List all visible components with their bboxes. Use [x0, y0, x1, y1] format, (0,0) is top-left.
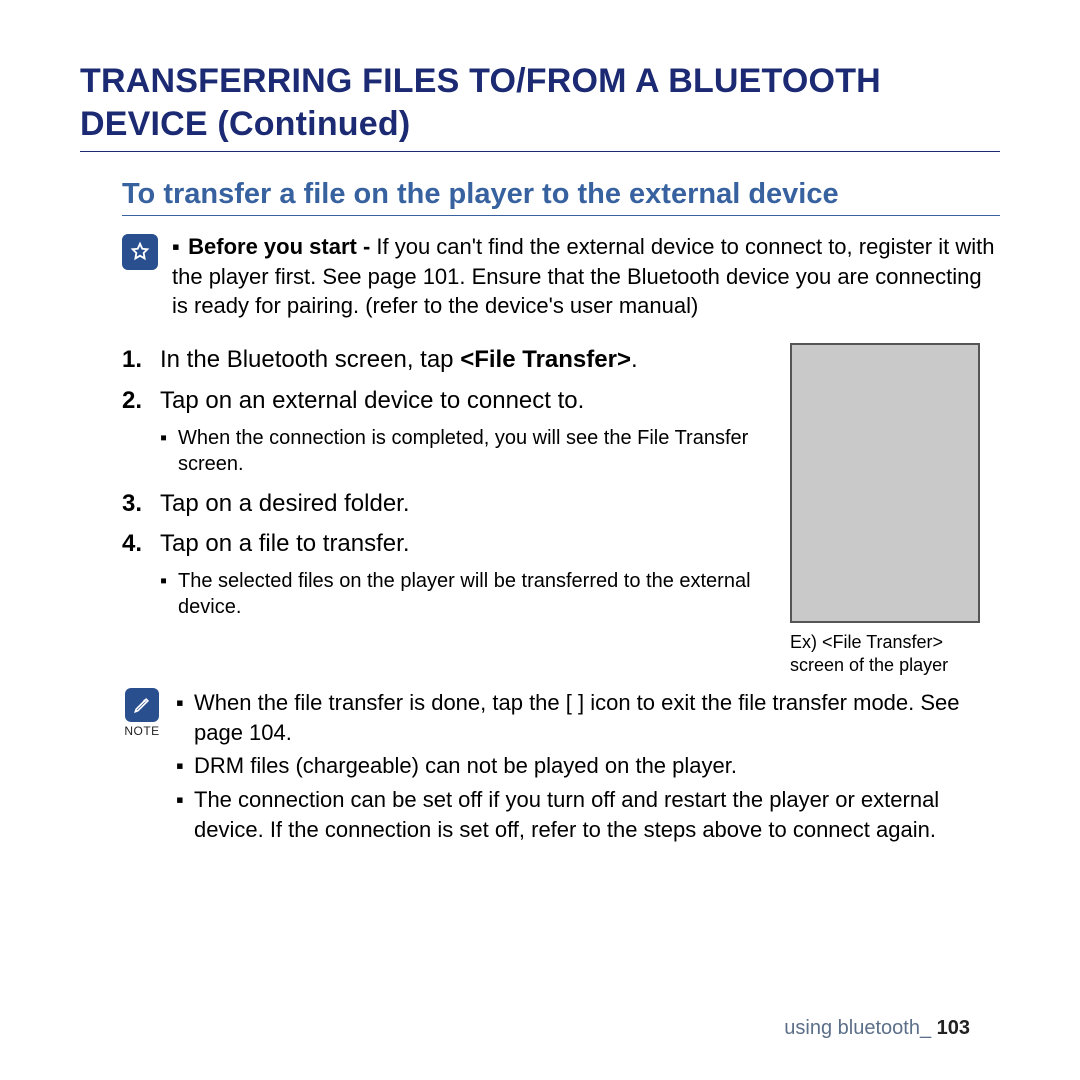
note-icon-col: NOTE — [122, 688, 162, 738]
screenshot-column: Ex) <File Transfer> screen of the player — [790, 343, 1000, 678]
section-subtitle: To transfer a file on the player to the … — [122, 178, 1000, 216]
note-1-text: When the file transfer is done, tap the … — [194, 688, 1000, 747]
note-2-text: DRM files (chargeable) can not be played… — [194, 751, 737, 781]
footer-section: using bluetooth_ — [784, 1017, 936, 1039]
note-item-3: ▪The connection can be set off if you tu… — [176, 785, 1000, 844]
page-footer: using bluetooth_ 103 — [784, 1017, 970, 1040]
step-1: 1. In the Bluetooth screen, tap <File Tr… — [122, 343, 770, 378]
before-you-start-text: ▪ Before you start - If you can't find t… — [172, 232, 1000, 321]
footer-page-number: 103 — [937, 1017, 970, 1039]
before-you-start-callout: ▪ Before you start - If you can't find t… — [122, 232, 1000, 321]
step-2-sub: ▪ When the connection is completed, you … — [160, 425, 770, 477]
step-4: 4. Tap on a file to transfer. — [122, 527, 770, 562]
step-2: 2. Tap on an external device to connect … — [122, 384, 770, 419]
screenshot-caption: Ex) <File Transfer> screen of the player — [790, 631, 1000, 678]
step-4-sub: ▪ The selected files on the player will … — [160, 568, 770, 620]
step-1-post: . — [631, 346, 638, 373]
step-2-text: Tap on an external device to connect to. — [160, 384, 770, 419]
note-block: NOTE ▪When the file transfer is done, ta… — [122, 688, 1000, 848]
star-icon — [122, 234, 158, 270]
step-3: 3. Tap on a desired folder. — [122, 487, 770, 522]
step-1-bold: <File Transfer> — [460, 346, 631, 373]
step-4-sub-text: The selected files on the player will be… — [178, 568, 770, 620]
steps-list: 1. In the Bluetooth screen, tap <File Tr… — [122, 343, 770, 630]
step-2-sub-text: When the connection is completed, you wi… — [178, 425, 770, 477]
step-4-text: Tap on a file to transfer. — [160, 527, 770, 562]
page-title: TRANSFERRING FILES TO/FROM A BLUETOOTH D… — [80, 60, 1000, 152]
manual-page: TRANSFERRING FILES TO/FROM A BLUETOOTH D… — [0, 0, 1080, 1080]
note-label: NOTE — [122, 724, 162, 738]
note-item-1: ▪When the file transfer is done, tap the… — [176, 688, 1000, 747]
before-you-start-label: Before you start - — [188, 234, 376, 259]
note-item-2: ▪DRM files (chargeable) can not be playe… — [176, 751, 1000, 781]
steps-row: 1. In the Bluetooth screen, tap <File Tr… — [122, 343, 1000, 678]
content-area: To transfer a file on the player to the … — [122, 178, 1000, 848]
screenshot-placeholder — [790, 343, 980, 623]
note-3-text: The connection can be set off if you tur… — [194, 785, 1000, 844]
step-3-text: Tap on a desired folder. — [160, 487, 770, 522]
step-1-pre: In the Bluetooth screen, tap — [160, 346, 460, 373]
note-list: ▪When the file transfer is done, tap the… — [176, 688, 1000, 848]
note-icon — [125, 688, 159, 722]
